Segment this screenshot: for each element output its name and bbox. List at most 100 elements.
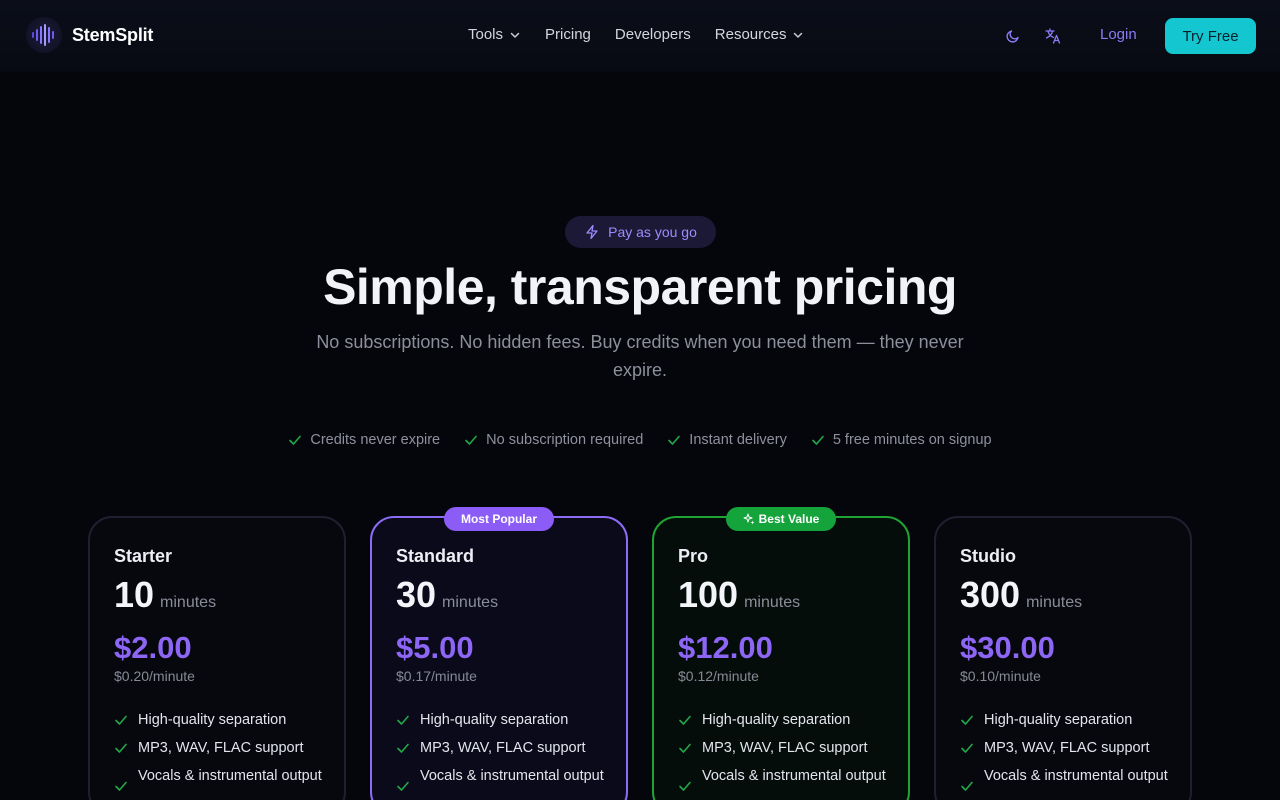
check-icon [397,743,409,753]
check-icon [961,743,973,753]
nav-item-pricing[interactable]: Pricing [545,26,591,43]
plan-feature-label: MP3, WAV, FLAC support [420,740,586,756]
plan-feature-item: High-quality separation [678,710,888,730]
plan-price: $5.00 [396,630,474,665]
nav-item-tools[interactable]: Tools [468,26,521,43]
plan-minutes: 30 minutes [396,574,498,616]
pricing-card-pro[interactable]: Best Value Pro 100 minutes $12.00 $0.12/… [652,507,910,800]
plan-feature-list: High-quality separation MP3, WAV, FLAC s… [114,710,324,800]
plan-feature-label: Vocals & instrumental output [702,768,886,784]
plan-feature-label: Vocals & instrumental output [984,768,1168,784]
plan-feature-item: Vocals & instrumental output [960,766,1170,793]
check-icon [679,715,691,725]
plan-feature-item: High-quality separation [396,710,606,730]
most-popular-badge: Most Popular [444,507,554,531]
plan-feature-item: MP3, WAV, FLAC support [114,738,324,758]
plan-name: Studio [960,546,1016,566]
check-icon [679,781,691,791]
plan-feature-item: High-quality separation [114,710,324,730]
nav-label: Resources [714,26,787,43]
plan-minutes: 300 minutes [960,574,1082,616]
check-icon [115,781,127,791]
plan-name: Pro [678,546,709,566]
chevron-down-icon [510,32,520,38]
plan-feature-list: High-quality separation MP3, WAV, FLAC s… [678,710,888,800]
plan-feature-item: MP3, WAV, FLAC support [960,738,1170,758]
plan-rate: $0.12/minute [678,668,759,684]
check-icon [115,715,127,725]
check-icon [289,435,302,445]
plan-name: Starter [114,546,173,566]
check-icon [397,781,409,791]
plan-feature-item: MP3, WAV, FLAC support [396,738,606,758]
nav-label: Pricing [545,26,591,43]
main-nav: Tools Pricing Developers Resources [468,26,828,43]
nav-label: Tools [468,26,504,43]
chevron-down-icon [794,32,803,38]
plan-feature-item: High-quality separation [960,710,1170,730]
plan-rate: $0.17/minute [396,668,477,684]
plan-feature-label: MP3, WAV, FLAC support [138,740,304,756]
feature-label: Instant delivery [689,432,787,448]
plan-feature-label: High-quality separation [138,712,287,728]
pill-label: Pay as you go [608,224,697,240]
plan-feature-item: MP3, WAV, FLAC support [678,738,888,758]
pay-as-you-go-pill: Pay as you go [565,216,716,248]
plan-price: $30.00 [960,630,1055,665]
feature-item: Credits never expire [288,432,440,448]
badge-label: Best Value [758,512,820,526]
feature-item: Instant delivery [667,432,787,448]
plan-feature-list: High-quality separation MP3, WAV, FLAC s… [960,710,1170,800]
plan-feature-label: High-quality separation [984,712,1133,728]
moon-icon [1006,30,1019,43]
plan-feature-label: High-quality separation [420,712,569,728]
best-value-badge: Best Value [726,507,836,531]
minutes-value: 300 [960,574,1021,615]
plan-feature-label: MP3, WAV, FLAC support [984,740,1150,756]
plan-feature-item: Vocals & instrumental output [114,766,324,793]
minutes-value: 10 [114,574,155,615]
plan-rate: $0.20/minute [114,668,195,684]
page-subtitle: No subscriptions. No hidden fees. Buy cr… [316,332,964,380]
check-icon [961,781,973,791]
nav-item-resources[interactable]: Resources [715,26,805,43]
check-icon [115,743,127,753]
nav-label: Developers [614,26,691,43]
minutes-unit: minutes [744,594,801,611]
brand-logo[interactable]: StemSplit [26,17,153,53]
feature-label: 5 free minutes on signup [832,432,992,448]
language-button[interactable] [1042,25,1064,47]
pricing-card-standard[interactable]: Most Popular Standard 30 minutes $5.00 $… [370,507,628,800]
pricing-card-studio[interactable]: Studio 300 minutes $30.00 $0.10/minute H… [934,516,1192,800]
check-icon [679,743,691,753]
plan-feature-label: Vocals & instrumental output [138,768,322,784]
feature-list: Credits never expire No subscription req… [0,432,1280,448]
waveform-icon [26,17,62,53]
check-icon [397,715,409,725]
feature-label: No subscription required [486,432,644,448]
check-icon [465,435,477,445]
translate-icon [1045,28,1061,44]
plan-feature-label: Vocals & instrumental output [420,768,604,784]
plan-feature-label: MP3, WAV, FLAC support [702,740,868,756]
plan-feature-label: High-quality separation [702,712,851,728]
sparkles-icon [743,513,755,525]
try-free-button[interactable]: Try Free [1165,18,1256,54]
feature-item: No subscription required [464,432,643,448]
plan-price: $2.00 [114,630,192,665]
nav-item-developers[interactable]: Developers [615,26,691,43]
minutes-unit: minutes [1026,594,1083,611]
check-icon [812,435,824,445]
minutes-value: 100 [678,574,739,615]
plan-minutes: 10 minutes [114,574,216,616]
page-title: Simple, transparent pricing [323,259,957,315]
login-link[interactable]: Login [1100,26,1137,43]
theme-toggle-button[interactable] [1002,25,1024,47]
plan-name: Standard [396,546,475,566]
plan-feature-item: Vocals & instrumental output [396,766,606,793]
pricing-card-starter[interactable]: Starter 10 minutes $2.00 $0.20/minute Hi… [88,516,346,800]
feature-label: Credits never expire [310,432,441,448]
check-icon [668,435,681,445]
check-icon [961,715,973,725]
plan-feature-list: High-quality separation MP3, WAV, FLAC s… [396,710,606,800]
